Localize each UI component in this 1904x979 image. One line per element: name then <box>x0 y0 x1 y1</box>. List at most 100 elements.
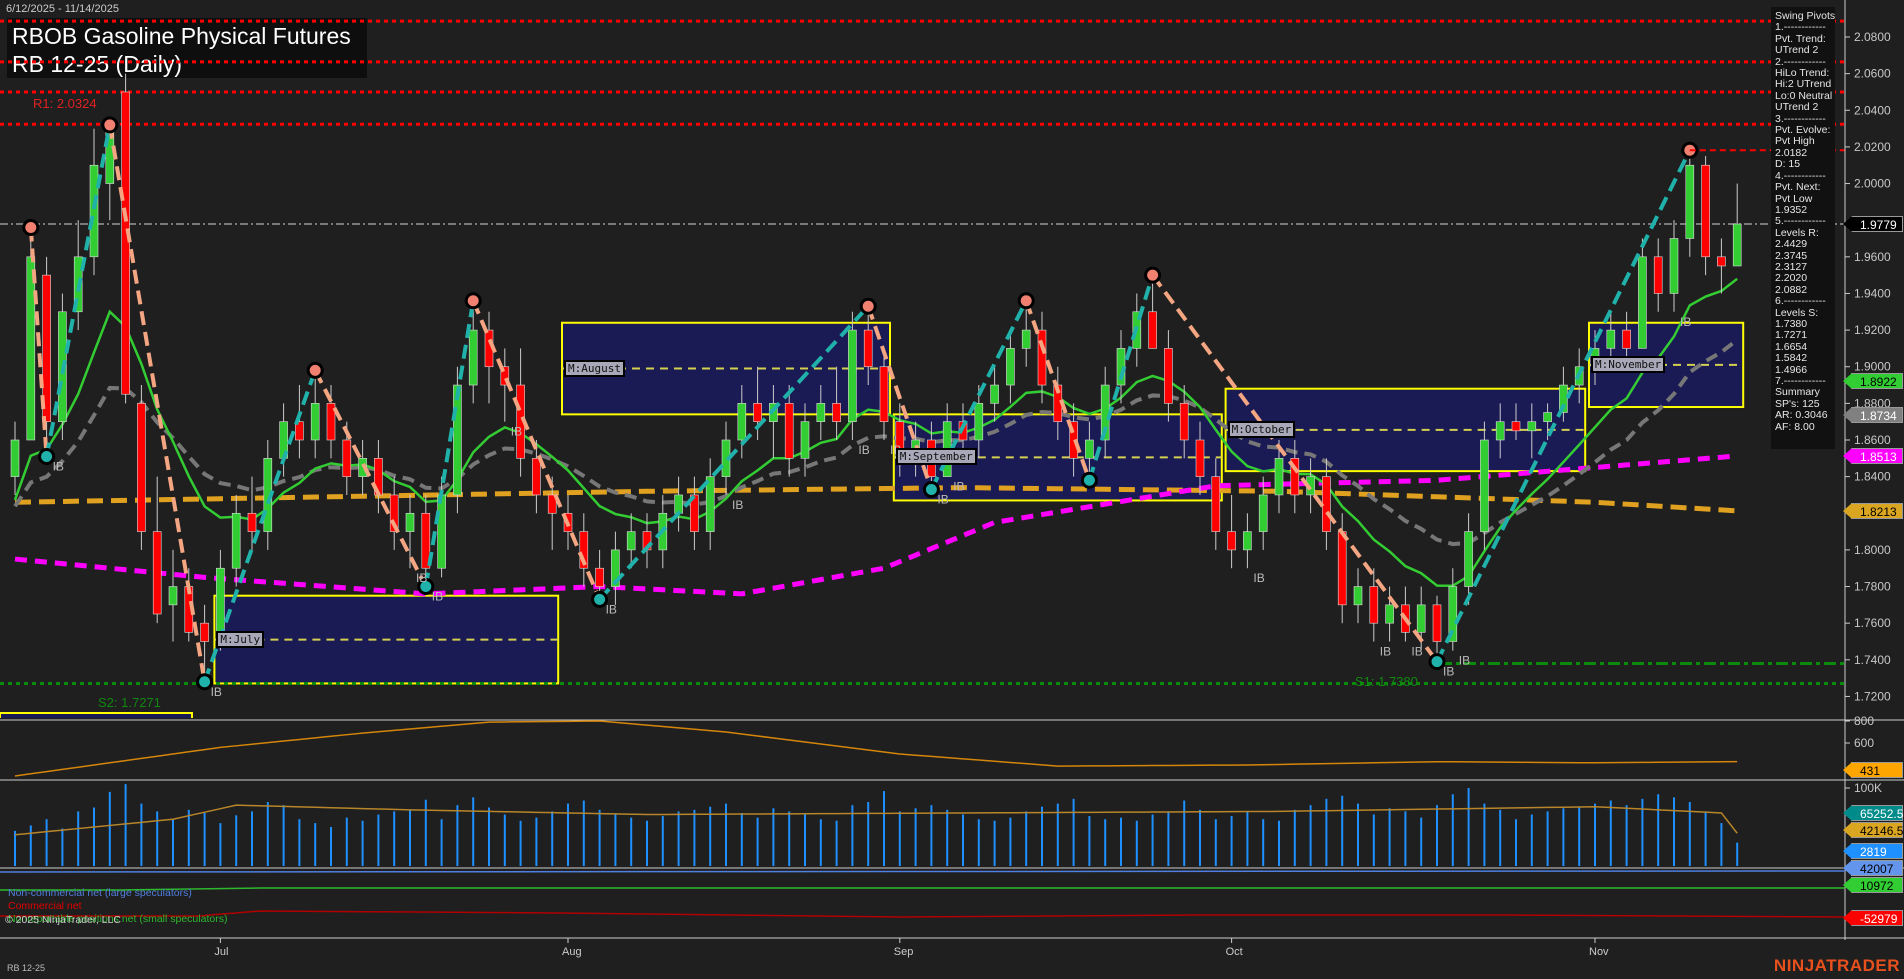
oscillator-line <box>14 720 1738 777</box>
pivot-line: 2.4429 <box>1775 238 1808 251</box>
candle <box>1164 348 1173 404</box>
candle <box>532 458 541 496</box>
candle <box>405 512 415 532</box>
pivot-line: UTrend 2 <box>1775 44 1819 57</box>
cot-commercial-line <box>0 910 1846 918</box>
pivot-high-marker <box>1144 266 1162 284</box>
ib-label: IB <box>1680 315 1691 329</box>
candle <box>816 403 826 422</box>
ib-label: IB <box>1443 665 1454 679</box>
price-flag: 1.9779 <box>1843 216 1903 233</box>
y-tick-label: 1.8000 <box>1854 543 1891 557</box>
candle <box>1021 329 1031 349</box>
candle <box>437 494 446 569</box>
candle <box>990 384 999 404</box>
pivot-low-marker <box>1080 471 1098 489</box>
candle <box>310 403 320 441</box>
instrument-footer: RB 12-25 <box>7 963 46 973</box>
month-box-label: M:September <box>895 448 977 466</box>
candle <box>848 329 857 422</box>
candle <box>1258 494 1268 532</box>
y-tick-label: 1.8600 <box>1854 433 1891 447</box>
pivot-line: AR: 0.3046 <box>1775 409 1828 422</box>
pivot-line: D: 15 <box>1775 158 1801 171</box>
pivot-line: 6.------------ <box>1775 295 1826 308</box>
pivot-low-marker <box>38 447 56 465</box>
y-tick-label: 2.0800 <box>1854 30 1891 44</box>
pivot-high-marker <box>464 292 482 310</box>
candle <box>1416 604 1426 633</box>
candle <box>168 586 178 606</box>
ib-label: IB <box>1459 654 1470 668</box>
candle <box>1464 531 1473 587</box>
candle <box>1353 586 1363 606</box>
price-flag: 42146.52 <box>1843 822 1904 838</box>
pivot-line: 5.------------ <box>1775 215 1826 228</box>
price-flag: 1.8213 <box>1843 502 1903 519</box>
r1-label: R1: 2.0324 <box>33 96 97 111</box>
candle <box>1211 476 1221 532</box>
y-tick-label: 1.9200 <box>1854 323 1891 337</box>
y-tick-label: 1.9000 <box>1854 360 1891 374</box>
price-flag: 10972 <box>1843 877 1903 893</box>
candle <box>10 439 20 477</box>
candle <box>626 531 636 551</box>
pivot-low-marker <box>922 480 940 498</box>
candle <box>1511 421 1521 432</box>
y-tick-label: 2.0200 <box>1854 140 1891 154</box>
month-box-june <box>0 712 193 718</box>
copyright: © 2025 NinjaTrader, LLC <box>5 914 121 926</box>
candle <box>1480 439 1489 532</box>
candle <box>784 403 794 459</box>
price-flag: 65252.53 <box>1843 805 1904 821</box>
pivot-high-marker <box>22 219 40 237</box>
y-tick-label: 1.7200 <box>1854 689 1891 703</box>
osc-tick-label: 600 <box>1854 736 1874 750</box>
ib-label: IB <box>511 425 522 439</box>
ib-label: IB <box>1411 644 1422 658</box>
pivot-low-marker <box>196 673 214 691</box>
s1-label: S1: 1.7380 <box>1355 674 1418 689</box>
pivot-high-marker <box>1017 292 1035 310</box>
y-tick-label: 2.0400 <box>1854 103 1891 117</box>
ib-label: IB <box>432 590 443 604</box>
y-tick-label: 1.7800 <box>1854 580 1891 594</box>
candle <box>231 512 241 569</box>
candle <box>863 329 873 368</box>
month-box-label: M:July <box>216 630 265 648</box>
ib-label: IB <box>416 571 427 585</box>
candle <box>737 403 747 441</box>
ib-label: IB <box>937 492 948 506</box>
x-tick-label: Sep <box>894 946 914 958</box>
price-flag: -52979 <box>1843 910 1903 926</box>
s2-label: S2: 1.7271 <box>98 695 161 710</box>
candle <box>879 366 889 422</box>
candle <box>832 403 841 422</box>
candle <box>1732 223 1742 267</box>
candle <box>247 512 257 532</box>
ib-label: IB <box>858 443 869 457</box>
candle <box>1085 439 1094 459</box>
ib-label: IB <box>53 459 64 473</box>
price-chart[interactable]: IBIBIBIBIBIBIBIBIBIBIBIBIBIBIBIBIBR1: 2.… <box>0 0 1904 979</box>
ib-label: IB <box>1253 571 1264 585</box>
pivot-line: UTrend 2 <box>1775 101 1819 114</box>
candle <box>595 567 604 587</box>
swing-pivots-panel: Swing Pivots 1.------------ Pvt. Trend: UTr… <box>1771 7 1835 449</box>
ib-label: IB <box>953 480 964 494</box>
price-flag: 1.8734 <box>1843 407 1903 424</box>
x-tick-label: Aug <box>562 946 582 958</box>
volume-tick-label: 100K <box>1854 781 1882 795</box>
swing-line <box>423 300 476 587</box>
candle <box>1148 311 1157 349</box>
candle <box>1195 439 1205 477</box>
ib-label: IB <box>211 685 222 699</box>
y-tick-label: 1.7400 <box>1854 653 1891 667</box>
ib-label: IB <box>1380 644 1391 658</box>
candle <box>453 384 462 496</box>
candle <box>1606 329 1616 349</box>
candle <box>974 403 984 441</box>
candle <box>1243 531 1252 551</box>
x-tick-label: Jul <box>214 946 228 958</box>
candle <box>705 476 715 532</box>
